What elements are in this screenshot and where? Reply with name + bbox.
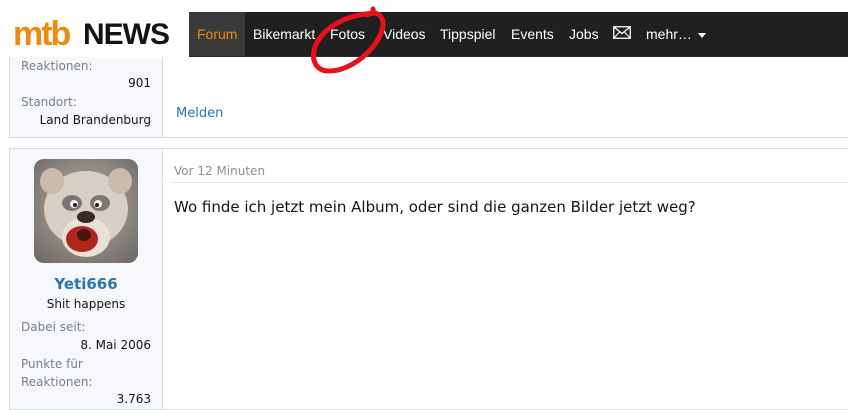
points-value: 3.763 [116,392,151,406]
location-value: Land Brandenburg [39,113,151,127]
report-link[interactable]: Melden [176,106,223,121]
post-date-link[interactable]: Vor 12 Minuten [174,164,265,178]
nav-jobs[interactable]: Jobs [569,12,599,56]
nav-fotos[interactable]: Fotos [330,12,365,56]
nav-more[interactable]: mehr… [646,12,706,56]
username-link[interactable]: Yeti666 [10,275,162,293]
nav-events[interactable]: Events [511,12,554,56]
reactions-label: Reaktionen: [21,59,93,73]
logo-news: NEWS [83,18,170,51]
envelope-icon[interactable] [613,26,631,39]
logo-mtb: mtb [13,15,71,53]
chevron-down-icon [697,32,706,38]
previous-post-user-sidebar: Reaktionen: 901 Standort: Land Brandenbu… [10,57,163,137]
joined-value: 8. Mai 2006 [80,338,151,352]
user-avatar[interactable] [34,159,138,263]
nav-forum[interactable]: Forum [189,12,246,56]
user-title: Shit happens [46,297,126,311]
post-user-sidebar: Yeti666 Shit happens Dabei seit: 8. Mai … [10,149,163,409]
points-label-line1: Punkte für [21,357,83,371]
joined-label: Dabei seit: [21,320,86,334]
post-message: Wo finde ich jetzt mein Album, oder sind… [174,198,696,216]
nav-bikemarkt[interactable]: Bikemarkt [253,12,315,56]
main-navigation: Forum Bikemarkt Fotos Videos Tippspiel E… [189,12,848,58]
previous-post-content: Melden [163,57,848,137]
avatar-image [34,159,138,263]
date-divider [172,182,848,183]
previous-post: Reaktionen: 901 Standort: Land Brandenbu… [9,57,848,138]
post-content: Vor 12 Minuten Wo finde ich jetzt mein A… [163,149,848,409]
nav-tippspiel[interactable]: Tippspiel [440,12,496,56]
reactions-value: 901 [128,76,151,90]
points-label-line2: Reaktionen: [21,375,93,389]
forum-post: Yeti666 Shit happens Dabei seit: 8. Mai … [9,148,848,410]
site-header: mtb NEWS Forum Bikemarkt Fotos Videos Ti… [0,0,848,58]
nav-videos[interactable]: Videos [383,12,426,56]
nav-more-label: mehr… [646,26,692,42]
site-logo[interactable]: mtb NEWS [13,16,178,52]
location-label: Standort: [21,95,77,109]
